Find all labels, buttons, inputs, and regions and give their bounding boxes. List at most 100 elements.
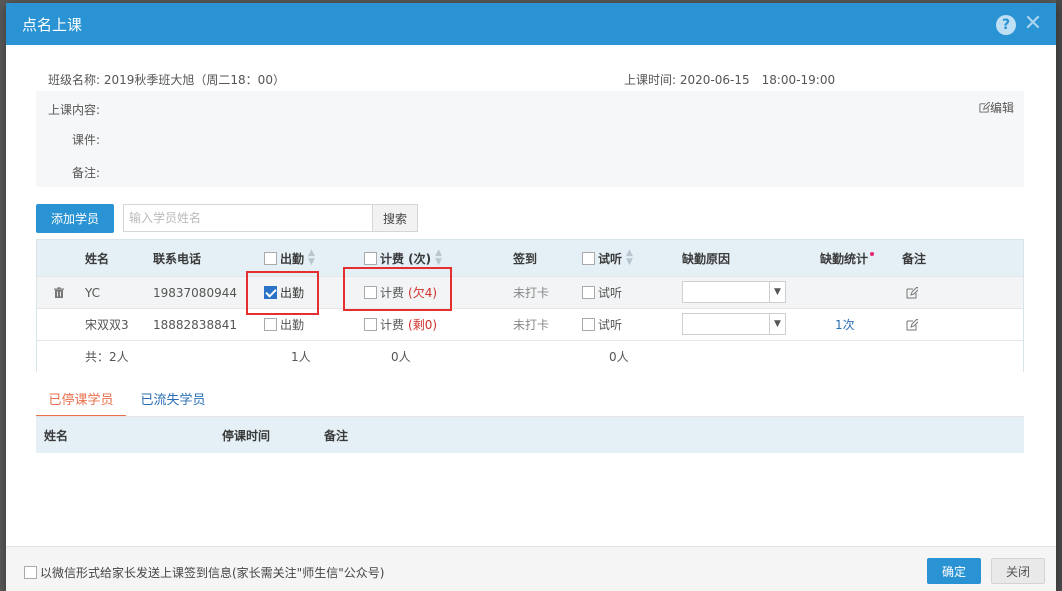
absence-reason-select[interactable]: ▼	[682, 313, 786, 335]
sort-icon[interactable]: ▲ ▼	[308, 249, 315, 267]
signin-status: 未打卡	[513, 318, 550, 332]
courseware-label: 课件:	[72, 133, 101, 147]
billing-label: 计费	[380, 286, 405, 300]
total-billing: 0人	[391, 350, 411, 364]
sort-icon[interactable]: ▲ ▼	[435, 249, 442, 267]
header-billing[interactable]: 计费 (次) ▲ ▼	[364, 240, 442, 276]
header-remark: 备注	[902, 251, 927, 266]
edit-button[interactable]: 编辑	[979, 99, 1014, 116]
close-button[interactable]: 关闭	[991, 558, 1045, 584]
billing-status: (欠4)	[408, 286, 438, 300]
class-time-value: 2020-06-15 18:00-19:00	[679, 73, 836, 87]
edit-icon	[906, 286, 918, 298]
attend-checkbox[interactable]	[264, 318, 277, 331]
student-phone: 18882838841	[153, 317, 237, 332]
remark-label: 备注:	[72, 166, 101, 180]
billing-checkbox[interactable]	[364, 286, 377, 299]
close-icon[interactable]: ✕	[1022, 12, 1044, 36]
wechat-notice-label: 以微信形式给家长发送上课签到信息(家长需关注"师生信"公众号)	[40, 566, 385, 580]
trash-icon	[54, 286, 64, 298]
class-name-row: 班级名称: 2019秋季班大旭（周二18：00）	[48, 71, 285, 88]
student-phone: 19837080944	[153, 285, 237, 300]
sort-icon[interactable]: ▲ ▼	[626, 249, 633, 267]
billing-checkbox-cell[interactable]: 计费 (欠4)	[364, 277, 437, 308]
header-signin: 签到	[513, 251, 538, 266]
search-button[interactable]: 搜索	[372, 204, 418, 232]
trial-all-checkbox[interactable]	[582, 251, 595, 265]
header-attend-label: 出勤	[280, 251, 305, 266]
billing-checkbox-cell[interactable]: 计费 (剩0)	[364, 309, 437, 340]
billing-status: (剩0)	[408, 318, 438, 332]
dialog-titlebar: 点名上课 ? ✕	[6, 3, 1056, 45]
student-name: 宋双双3	[85, 318, 129, 332]
background-page	[1056, 0, 1062, 591]
attend-checkbox[interactable]	[264, 286, 277, 299]
dialog-title: 点名上课	[22, 15, 83, 34]
absence-stats[interactable]: 1次	[835, 309, 855, 340]
wechat-notice-checkbox[interactable]	[24, 566, 37, 579]
class-time-row: 上课时间: 2020-06-15 18:00-19:00	[624, 71, 835, 88]
table-header: 姓名 联系电话 出勤 ▲ ▼ 计费 (次) ▲ ▼ 签到 试听 ▲ ▼ 缺勤原因 缺勤…	[37, 240, 1023, 276]
student-status-tabs: 已停课学员 已流失学员	[36, 387, 1024, 417]
student-search-input[interactable]	[123, 204, 373, 232]
content-label: 上课内容:	[48, 103, 101, 117]
dialog-footer: 以微信形式给家长发送上课签到信息(家长需关注"师生信"公众号) 确定 关闭	[6, 546, 1056, 591]
attend-label: 出勤	[280, 286, 305, 300]
trial-checkbox-cell[interactable]: 试听	[582, 277, 622, 308]
billing-checkbox[interactable]	[364, 318, 377, 331]
trial-checkbox-cell[interactable]: 试听	[582, 309, 622, 340]
edit-icon	[906, 318, 918, 330]
total-students: 共：2人	[85, 350, 129, 364]
class-time-label: 上课时间:	[624, 73, 677, 87]
trial-checkbox[interactable]	[582, 286, 595, 299]
table-row: 宋双双3 18882838841 出勤 计费 (剩0) 未打卡 试听 ▼ 1次	[37, 308, 1023, 340]
lesson-info-box: 上课内容: 课件: 备注: 编辑	[36, 91, 1024, 187]
header-remark: 备注	[324, 428, 349, 443]
header-billing-label: 计费 (次)	[380, 251, 432, 266]
chevron-down-icon: ▼	[769, 282, 785, 302]
header-trial[interactable]: 试听 ▲ ▼	[582, 240, 633, 276]
tab-stopped-students[interactable]: 已停课学员	[36, 387, 126, 417]
roll-call-dialog: 点名上课 ? ✕ 班级名称: 2019秋季班大旭（周二18：00） 上课时间: …	[6, 3, 1056, 591]
notice-dot-icon	[870, 252, 875, 256]
help-icon[interactable]: ?	[996, 15, 1016, 35]
student-name: YC	[85, 285, 101, 300]
trial-label: 试听	[598, 286, 623, 300]
attend-checkbox-cell[interactable]: 出勤	[264, 309, 304, 340]
attend-label: 出勤	[280, 318, 305, 332]
confirm-button[interactable]: 确定	[927, 558, 981, 584]
edit-icon	[979, 101, 992, 113]
absence-reason-select[interactable]: ▼	[682, 281, 786, 303]
totals-row: 共：2人 1人 0人 0人	[37, 340, 1023, 372]
edit-label: 编辑	[989, 101, 1014, 115]
header-name: 姓名	[85, 251, 110, 266]
table-row: YC 19837080944 出勤 计费 (欠4) 未打卡 试听 ▼	[37, 276, 1023, 308]
total-trial: 0人	[609, 350, 629, 364]
remark-edit-button[interactable]	[906, 309, 918, 340]
billing-all-checkbox[interactable]	[364, 251, 377, 265]
attend-checkbox-cell[interactable]: 出勤	[264, 277, 304, 308]
delete-button[interactable]	[53, 277, 65, 308]
stopped-table-header: 姓名 停课时间 备注	[36, 417, 1024, 453]
remark-edit-button[interactable]	[906, 277, 918, 308]
header-phone: 联系电话	[153, 251, 202, 266]
wechat-notice-option[interactable]: 以微信形式给家长发送上课签到信息(家长需关注"师生信"公众号)	[24, 564, 384, 581]
trial-label: 试听	[598, 318, 623, 332]
header-absence-stats-label: 缺勤统计	[820, 251, 869, 266]
tab-lost-students[interactable]: 已流失学员	[136, 387, 210, 417]
add-student-button[interactable]: 添加学员	[36, 204, 114, 233]
student-table: 姓名 联系电话 出勤 ▲ ▼ 计费 (次) ▲ ▼ 签到 试听 ▲ ▼ 缺勤原因 缺勤…	[36, 239, 1024, 372]
chevron-down-icon: ▼	[769, 314, 785, 334]
signin-status: 未打卡	[513, 286, 550, 300]
header-absence-reason: 缺勤原因	[682, 251, 731, 266]
header-trial-label: 试听	[598, 251, 623, 266]
trial-checkbox[interactable]	[582, 318, 595, 331]
attend-all-checkbox[interactable]	[264, 251, 277, 265]
header-absence-stats: 缺勤统计	[820, 240, 875, 276]
header-attend[interactable]: 出勤 ▲ ▼	[264, 240, 315, 276]
class-name-value: 2019秋季班大旭（周二18：00）	[103, 73, 285, 87]
header-stop-time: 停课时间	[222, 428, 271, 443]
total-attend: 1人	[291, 350, 311, 364]
header-name: 姓名	[44, 428, 69, 443]
billing-label: 计费	[380, 318, 405, 332]
